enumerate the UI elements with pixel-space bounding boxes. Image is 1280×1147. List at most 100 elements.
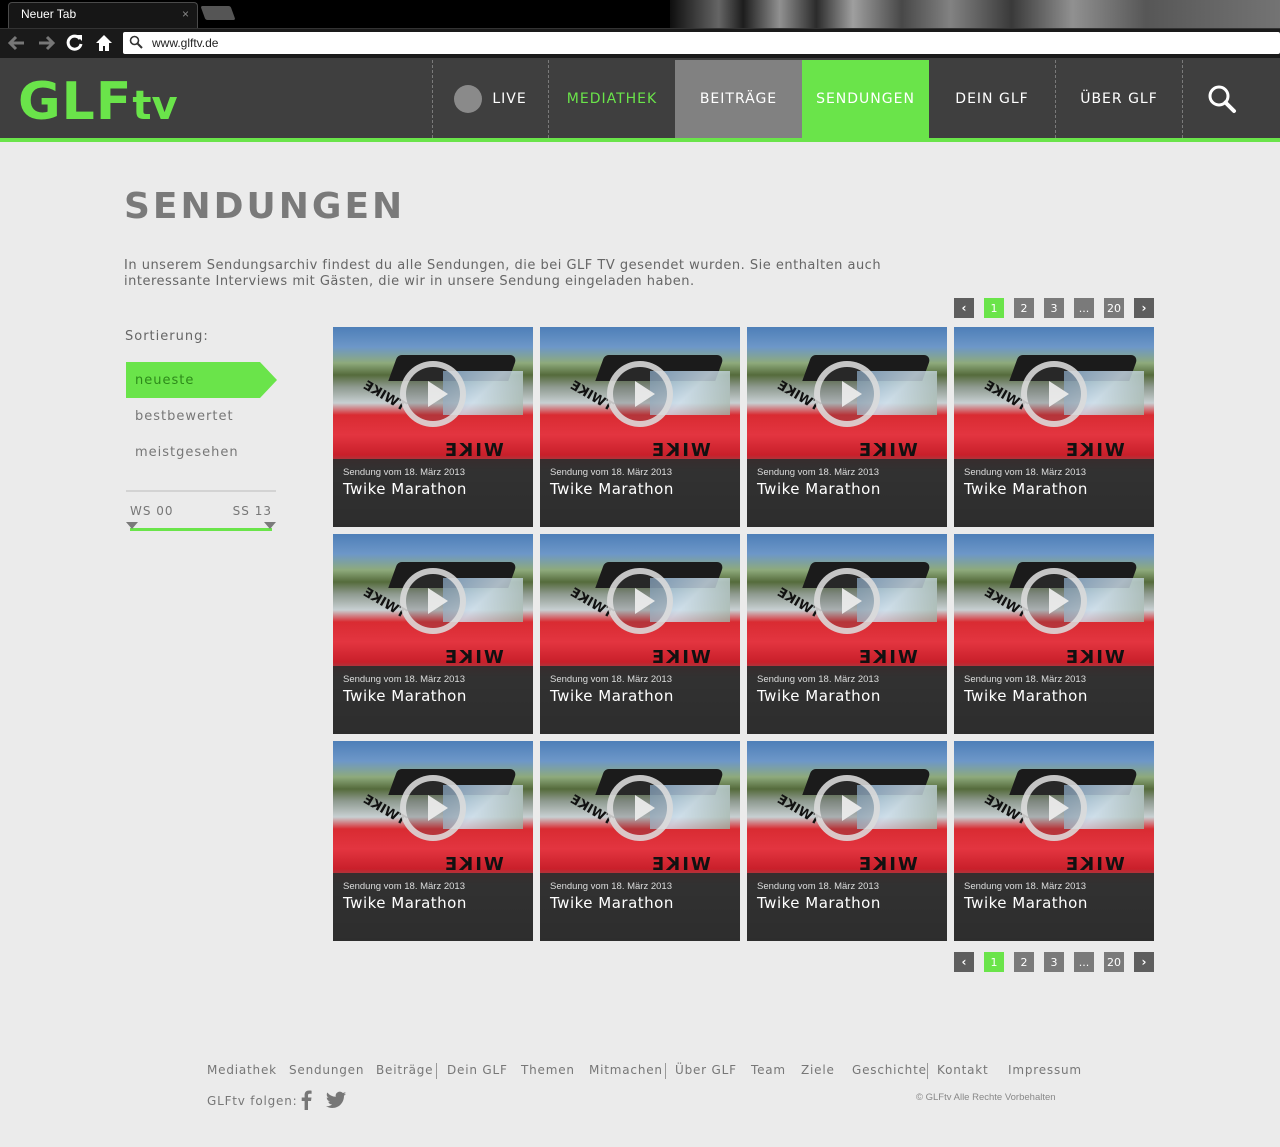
page-link[interactable]: 3 <box>1044 298 1064 318</box>
prev-page-button[interactable]: ‹ <box>954 952 974 972</box>
episode-title: Twike Marathon <box>343 687 467 705</box>
episode-card[interactable]: TWIKE WIKE Sendung vom 18. März 2013 Twike … <box>747 741 947 941</box>
nav-mediathek[interactable]: MEDIATHEK <box>548 60 675 138</box>
episode-title: Twike Marathon <box>757 480 881 498</box>
episode-card[interactable]: TWIKE WIKE Sendung vom 18. März 2013 Twike … <box>333 534 533 734</box>
footer-link[interactable]: Team <box>751 1063 786 1077</box>
facebook-link[interactable] <box>296 1089 318 1111</box>
episode-card[interactable]: TWIKE WIKE Sendung vom 18. März 2013 Twike … <box>954 327 1154 527</box>
nav-sendungen[interactable]: SENDUNGEN <box>802 60 929 138</box>
back-button[interactable] <box>6 32 28 54</box>
episode-date: Sendung vom 18. März 2013 <box>343 674 465 685</box>
page-link[interactable]: 2 <box>1014 298 1034 318</box>
twitter-link[interactable] <box>325 1089 347 1111</box>
play-icon[interactable] <box>814 568 880 634</box>
episode-title: Twike Marathon <box>343 894 467 912</box>
episode-card[interactable]: TWIKE WIKE Sendung vom 18. März 2013 Twike … <box>954 534 1154 734</box>
next-page-button[interactable]: › <box>1134 952 1154 972</box>
site-search-button[interactable] <box>1182 60 1260 138</box>
thumbnail-brand: WIKE <box>857 854 918 875</box>
page-title: SENDUNGEN <box>124 186 406 227</box>
episode-title: Twike Marathon <box>550 687 674 705</box>
url-text: www.glftv.de <box>152 36 219 50</box>
home-button[interactable] <box>93 32 115 54</box>
footer-link[interactable]: Über GLF <box>675 1063 737 1077</box>
play-icon[interactable] <box>1021 775 1087 841</box>
nav-mediathek-label: MEDIATHEK <box>566 91 658 107</box>
nav-dein-glf-label: DEIN GLF <box>955 91 1029 107</box>
episode-card[interactable]: TWIKE WIKE Sendung vom 18. März 2013 Twike … <box>747 327 947 527</box>
play-icon[interactable] <box>400 568 466 634</box>
thumbnail-brand: WIKE <box>443 854 504 875</box>
footer-link[interactable]: Beiträge <box>376 1063 433 1077</box>
nav-ueber-glf-label: ÜBER GLF <box>1080 91 1158 107</box>
thumbnail-brand: WIKE <box>1064 440 1125 461</box>
episode-caption: Sendung vom 18. März 2013 Twike Marathon <box>747 873 947 941</box>
nav-beitraege[interactable]: BEITRÄGE <box>675 60 802 138</box>
prev-page-button[interactable]: ‹ <box>954 298 974 318</box>
play-icon[interactable] <box>1021 568 1087 634</box>
play-icon[interactable] <box>400 775 466 841</box>
address-bar[interactable]: www.glftv.de <box>123 32 1280 54</box>
footer-link[interactable]: Impressum <box>1008 1063 1082 1077</box>
play-icon[interactable] <box>400 361 466 427</box>
window-background <box>670 0 1280 28</box>
nav-dein-glf[interactable]: DEIN GLF <box>929 60 1055 138</box>
page-link[interactable]: 20 <box>1104 298 1124 318</box>
sort-option-bestbewertet[interactable]: bestbewertet <box>126 398 276 434</box>
episode-card[interactable]: TWIKE WIKE Sendung vom 18. März 2013 Twike … <box>540 534 740 734</box>
page-link[interactable]: 2 <box>1014 952 1034 972</box>
page-ellipsis: ... <box>1074 952 1094 972</box>
nav-beitraege-label: BEITRÄGE <box>699 91 778 107</box>
page-link[interactable]: 1 <box>984 298 1004 318</box>
episode-title: Twike Marathon <box>964 894 1088 912</box>
page-link[interactable]: 1 <box>984 952 1004 972</box>
nav-ueber-glf[interactable]: ÜBER GLF <box>1055 60 1182 138</box>
episode-caption: Sendung vom 18. März 2013 Twike Marathon <box>747 459 947 527</box>
range-start-handle[interactable] <box>126 522 138 529</box>
footer-link[interactable]: Geschichte <box>852 1063 927 1077</box>
nav-live[interactable]: LIVE <box>432 60 548 138</box>
play-icon[interactable] <box>607 775 673 841</box>
page-link[interactable]: 3 <box>1044 952 1064 972</box>
forward-button[interactable] <box>35 32 57 54</box>
play-icon[interactable] <box>607 568 673 634</box>
footer-link[interactable]: Ziele <box>801 1063 835 1077</box>
episode-card[interactable]: TWIKE WIKE Sendung vom 18. März 2013 Twike … <box>954 741 1154 941</box>
range-track[interactable] <box>130 528 272 531</box>
browser-tab[interactable]: Neuer Tab × <box>8 2 198 28</box>
play-icon[interactable] <box>814 775 880 841</box>
episode-card[interactable]: TWIKE WIKE Sendung vom 18. März 2013 Twike … <box>540 741 740 941</box>
episode-card[interactable]: TWIKE WIKE Sendung vom 18. März 2013 Twike … <box>540 327 740 527</box>
next-page-button[interactable]: › <box>1134 298 1154 318</box>
play-icon[interactable] <box>1021 361 1087 427</box>
footer-link[interactable]: Dein GLF <box>447 1063 508 1077</box>
footer-link[interactable]: Themen <box>521 1063 575 1077</box>
sort-option-neueste[interactable]: neueste <box>126 362 277 398</box>
episode-card[interactable]: TWIKE WIKE Sendung vom 18. März 2013 Twike … <box>333 741 533 941</box>
episode-card[interactable]: TWIKE WIKE Sendung vom 18. März 2013 Twike … <box>333 327 533 527</box>
footer-divider <box>436 1063 437 1079</box>
episode-date: Sendung vom 18. März 2013 <box>964 674 1086 685</box>
site-header: GLFtv LIVE MEDIATHEK BEITRÄGE SENDUNGEN … <box>0 58 1280 142</box>
sort-option-meistgesehen[interactable]: meistgesehen <box>126 434 276 470</box>
thumbnail-brand: WIKE <box>1064 854 1125 875</box>
footer-link[interactable]: Kontakt <box>937 1063 989 1077</box>
nav-live-label: LIVE <box>492 91 527 107</box>
footer-link[interactable]: Mitmachen <box>589 1063 663 1077</box>
site-logo[interactable]: GLFtv <box>18 72 178 132</box>
episode-date: Sendung vom 18. März 2013 <box>757 881 879 892</box>
page-link[interactable]: 20 <box>1104 952 1124 972</box>
search-icon <box>1208 85 1236 113</box>
range-end-handle[interactable] <box>264 522 276 529</box>
footer-link[interactable]: Sendungen <box>289 1063 364 1077</box>
new-tab-button[interactable] <box>200 6 236 20</box>
twitter-icon <box>325 1091 347 1108</box>
episode-card[interactable]: TWIKE WIKE Sendung vom 18. März 2013 Twike … <box>747 534 947 734</box>
play-icon[interactable] <box>607 361 673 427</box>
play-icon[interactable] <box>814 361 880 427</box>
close-tab-icon[interactable]: × <box>182 7 189 21</box>
footer-link[interactable]: Mediathek <box>207 1063 277 1077</box>
reload-button[interactable] <box>64 32 86 54</box>
pagination-top: ‹ 1 2 3 ... 20 › <box>954 298 1154 318</box>
